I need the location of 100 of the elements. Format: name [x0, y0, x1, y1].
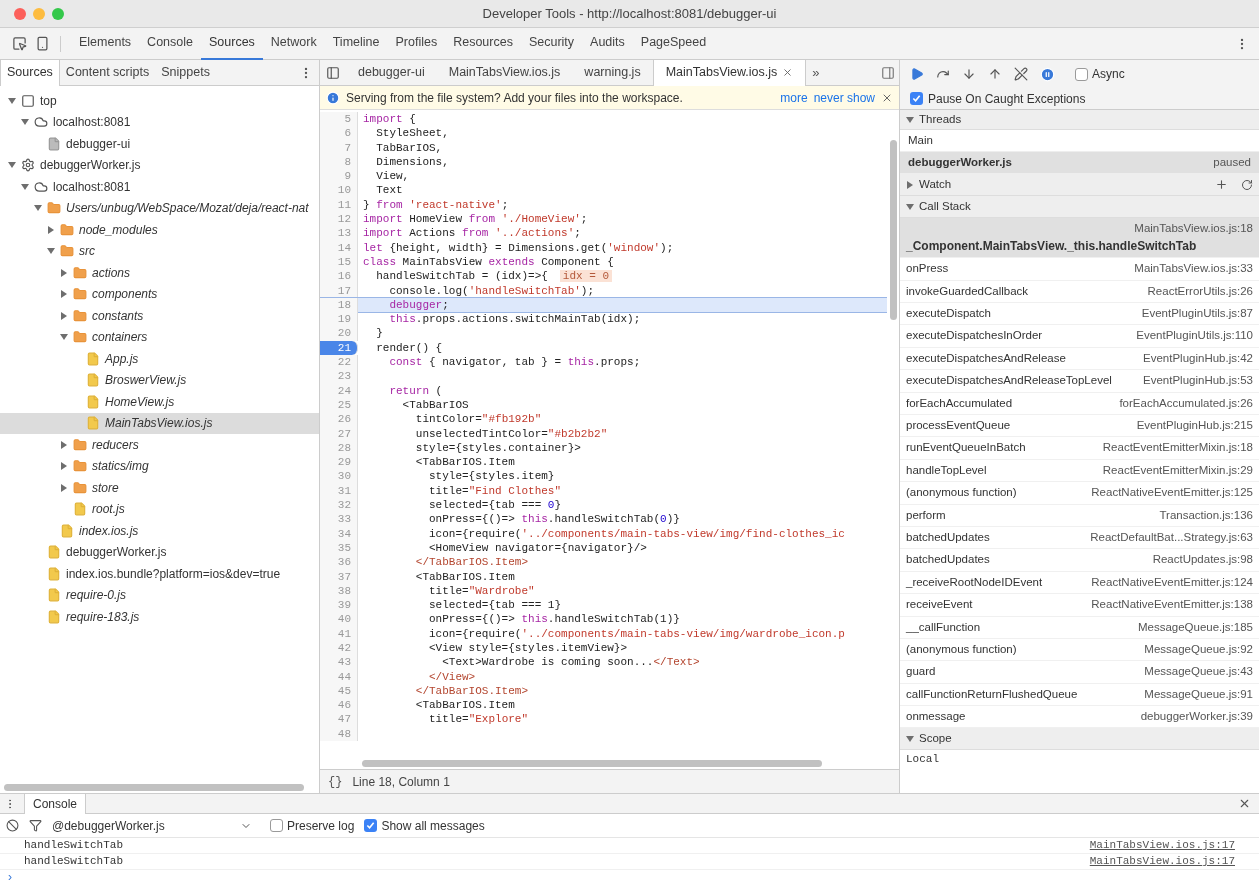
editor-tab[interactable]: MainTabsView.ios.js: [652, 59, 807, 86]
call-frame[interactable]: executeDispatchesAndReleaseTopLevel EventPluginHub.js:53: [900, 370, 1259, 393]
panel-tab[interactable]: Timeline: [324, 27, 388, 60]
collapsed-triangle-icon[interactable]: [60, 483, 68, 492]
add-icon[interactable]: [1215, 178, 1228, 191]
console-prompt[interactable]: ›: [8, 870, 12, 884]
tree-item[interactable]: debuggerWorker.js: [0, 154, 319, 176]
more-tabs-button[interactable]: »: [806, 62, 826, 83]
navigator-tab[interactable]: Snippets: [155, 59, 216, 86]
call-frame[interactable]: processEventQueue EventPluginHub.js:215: [900, 415, 1259, 438]
tree-item[interactable]: debugger-ui: [0, 133, 319, 155]
checkbox[interactable]: [1075, 67, 1088, 81]
expanded-triangle-icon[interactable]: [47, 247, 55, 256]
panel-tab[interactable]: Resources: [445, 27, 521, 60]
call-frame[interactable]: handleTopLevel ReactEventEmitterMixin.js:29: [900, 459, 1259, 483]
call-frame[interactable]: invokeGuardedCallback ReactErrorUtils.js:26: [900, 280, 1259, 304]
tree-item[interactable]: App.js: [0, 348, 319, 370]
collapsed-triangle-icon[interactable]: [60, 311, 68, 320]
checkbox[interactable]: [364, 819, 378, 832]
panel-tab[interactable]: Elements: [71, 27, 140, 60]
device-mode-icon[interactable]: [35, 36, 50, 51]
section-header[interactable]: Threads: [900, 110, 1259, 130]
tree-item[interactable]: reducers: [0, 434, 319, 456]
call-frame[interactable]: guard MessageQueue.js:43: [900, 661, 1259, 684]
call-frame[interactable]: executeDispatch EventPluginUtils.js:87: [900, 303, 1259, 326]
editor-tab[interactable]: debugger-ui: [346, 59, 437, 86]
expanded-triangle-icon[interactable]: [21, 118, 29, 127]
source-link[interactable]: MainTabsView.ios.js:17: [1089, 837, 1235, 854]
tree-item[interactable]: src: [0, 240, 319, 262]
tree-item[interactable]: statics/img: [0, 455, 319, 477]
scrollbar-thumb[interactable]: [889, 140, 897, 320]
pen-off-icon[interactable]: [1014, 67, 1028, 81]
inspect-element-icon[interactable]: [12, 36, 27, 51]
refresh-icon[interactable]: [1241, 178, 1253, 191]
tree-item[interactable]: localhost:8081: [0, 111, 319, 133]
info-link[interactable]: more: [780, 88, 808, 107]
expanded-triangle-icon[interactable]: [21, 182, 29, 191]
expanded-triangle-icon[interactable]: [906, 734, 914, 743]
call-frame[interactable]: _receiveRootNodeIDEvent ReactNativeEventEmitter.js:124: [900, 571, 1259, 595]
tree-item[interactable]: index.ios.js: [0, 520, 319, 542]
expanded-triangle-icon[interactable]: [60, 333, 68, 342]
call-frame[interactable]: callFunctionReturnFlushedQueue MessageQueue.js:91: [900, 683, 1259, 707]
clear-console-icon[interactable]: [6, 819, 19, 832]
panel-tab[interactable]: Profiles: [387, 27, 446, 60]
call-frame[interactable]: batchedUpdates ReactUpdates.js:98: [900, 549, 1259, 572]
tree-item[interactable]: components: [0, 283, 319, 305]
expanded-triangle-icon[interactable]: [906, 202, 914, 211]
panel-tab[interactable]: Network: [262, 27, 325, 60]
collapsed-triangle-icon[interactable]: [60, 268, 68, 277]
tree-item[interactable]: containers: [0, 326, 319, 348]
tree-item[interactable]: store: [0, 477, 319, 499]
expanded-triangle-icon[interactable]: [8, 96, 16, 105]
tree-item[interactable]: root.js: [0, 498, 319, 520]
tree-item[interactable]: node_modules: [0, 219, 319, 241]
toggle-navigator-icon[interactable]: [326, 65, 340, 80]
panel-tab[interactable]: PageSpeed: [632, 27, 715, 60]
editor-tab[interactable]: MainTabsView.ios.js: [436, 59, 573, 86]
panel-tab[interactable]: Security: [520, 27, 583, 60]
resume-icon[interactable]: [910, 67, 924, 81]
call-frame[interactable]: (anonymous function) ReactNativeEventEmitter.js:125: [900, 482, 1259, 505]
call-frame[interactable]: __callFunction MessageQueue.js:185: [900, 616, 1259, 639]
checkbox[interactable]: [910, 92, 923, 105]
call-frame[interactable]: executeDispatchesInOrder EventPluginUtils.js:110: [900, 325, 1259, 348]
section-header[interactable]: Call Stack: [900, 196, 1259, 218]
checkbox[interactable]: [270, 819, 283, 832]
scope-item[interactable]: Local: [900, 750, 1259, 769]
info-link[interactable]: never show: [813, 88, 875, 107]
collapsed-triangle-icon[interactable]: [60, 462, 68, 471]
drawer-tab[interactable]: Console: [24, 793, 87, 814]
section-header[interactable]: Scope: [900, 728, 1259, 751]
call-frame[interactable]: executeDispatchesAndRelease EventPluginHub.js:42: [900, 347, 1259, 371]
close-icon[interactable]: [1238, 797, 1251, 810]
call-frame[interactable]: onPress MainTabsView.ios.js:33: [900, 258, 1259, 281]
pause-icon[interactable]: [1040, 66, 1055, 82]
context-select[interactable]: @debuggerWorker.js: [52, 816, 252, 835]
navigator-tab[interactable]: Sources: [0, 59, 60, 86]
collapsed-triangle-icon[interactable]: [60, 290, 68, 299]
expanded-triangle-icon[interactable]: [906, 115, 914, 124]
call-frame[interactable]: perform Transaction.js:136: [900, 504, 1259, 527]
call-frame[interactable]: receiveEvent ReactNativeEventEmitter.js:138: [900, 594, 1259, 617]
filter-icon[interactable]: [29, 819, 42, 832]
pretty-print-button[interactable]: {}: [328, 772, 343, 791]
expanded-triangle-icon[interactable]: [8, 161, 16, 170]
tree-item[interactable]: require-0.js: [0, 584, 319, 606]
close-icon[interactable]: [782, 67, 794, 78]
toggle-debugger-icon[interactable]: [881, 65, 895, 80]
thread-row[interactable]: debuggerWorker.js paused: [900, 152, 1259, 174]
scrollbar-thumb[interactable]: [4, 783, 304, 791]
section-header[interactable]: Watch: [900, 174, 1259, 196]
tree-item[interactable]: debuggerWorker.js: [0, 541, 319, 563]
collapsed-triangle-icon[interactable]: [47, 225, 55, 234]
call-frame[interactable]: (anonymous function) MessageQueue.js:92: [900, 638, 1259, 662]
scrollbar-thumb[interactable]: [362, 759, 822, 767]
tree-item[interactable]: localhost:8081: [0, 176, 319, 198]
tree-item[interactable]: constants: [0, 305, 319, 327]
tree-item[interactable]: top: [0, 90, 319, 112]
call-frame[interactable]: forEachAccumulated forEachAccumulated.js:26: [900, 392, 1259, 415]
source-link[interactable]: MainTabsView.ios.js:17: [1089, 853, 1235, 870]
tree-item[interactable]: index.ios.bundle?platform=ios&dev=true: [0, 563, 319, 585]
tree-item[interactable]: Users/unbug/WebSpace/Mozat/deja/react-nat: [0, 197, 319, 219]
